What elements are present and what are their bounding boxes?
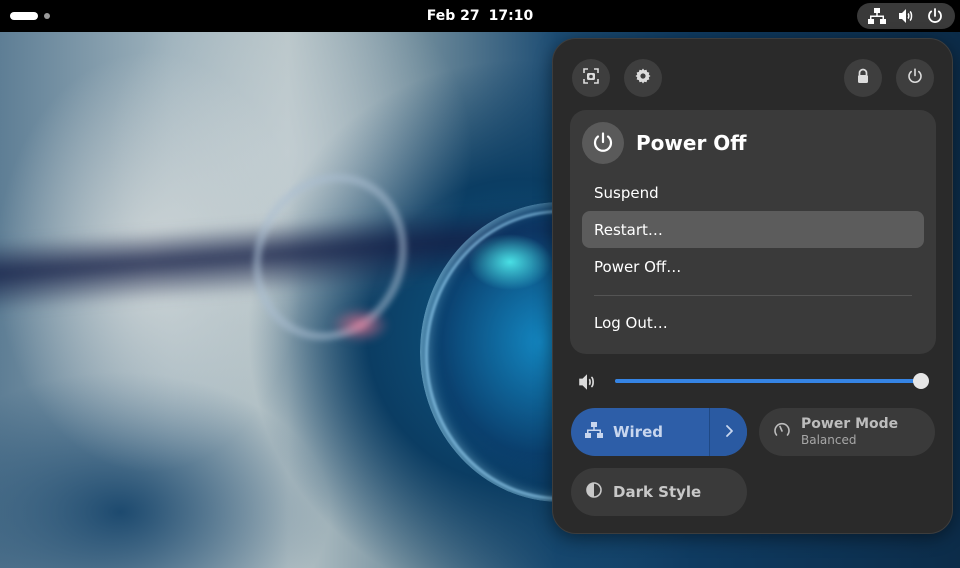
volume-slider-fill: [615, 379, 921, 383]
wallpaper-ring: [226, 148, 434, 366]
wired-network-toggle[interactable]: Wired: [571, 408, 747, 456]
menu-item-log-out[interactable]: Log Out…: [582, 304, 924, 341]
menu-item-power-off[interactable]: Power Off…: [582, 248, 924, 285]
power-mode-toggle[interactable]: Power Mode Balanced: [759, 408, 935, 456]
quick-settings-panel: Power Off Suspend Restart… Power Off… Lo…: [552, 38, 953, 534]
power-menu-title: Power Off: [636, 131, 747, 155]
volume-slider-handle[interactable]: [913, 373, 929, 389]
menu-item-restart[interactable]: Restart…: [582, 211, 924, 248]
menu-item-label: Power Off…: [594, 257, 682, 276]
power-mode-label: Power Mode: [801, 416, 899, 432]
lock-icon: [855, 68, 871, 88]
menu-item-label: Restart…: [594, 220, 663, 239]
lock-button[interactable]: [844, 59, 882, 97]
power-mode-value: Balanced: [801, 433, 857, 447]
settings-button[interactable]: [624, 59, 662, 97]
clock-date: Feb 27: [426, 8, 480, 24]
contrast-icon: [585, 481, 603, 503]
network-wired-icon: [585, 421, 603, 443]
volume-icon: [896, 6, 916, 26]
gear-icon: [634, 67, 652, 89]
system-menu-button[interactable]: [857, 3, 955, 29]
power-icon: [906, 67, 924, 89]
volume-slider[interactable]: [615, 373, 929, 389]
wired-label: Wired: [613, 423, 663, 441]
menu-item-label: Suspend: [594, 183, 659, 202]
speedometer-icon: [773, 421, 791, 443]
power-button[interactable]: [896, 59, 934, 97]
clock-time: 17:10: [488, 8, 534, 24]
wired-toggle-main[interactable]: Wired: [571, 408, 709, 456]
wired-expand-button[interactable]: [709, 408, 747, 456]
network-wired-icon: [867, 6, 887, 26]
wallpaper-highlight: [330, 307, 390, 343]
menu-separator: [594, 295, 912, 296]
clock[interactable]: Feb 27 17:10: [0, 0, 960, 32]
screenshot-button[interactable]: [572, 59, 610, 97]
chevron-right-icon: [722, 423, 736, 442]
power-off-menu: Power Off Suspend Restart… Power Off… Lo…: [570, 110, 936, 354]
menu-item-label: Log Out…: [594, 313, 668, 332]
top-bar: Feb 27 17:10: [0, 0, 960, 32]
dark-style-toggle[interactable]: Dark Style: [571, 468, 747, 516]
screenshot-icon: [582, 67, 600, 89]
power-icon: [925, 6, 945, 26]
dark-style-label: Dark Style: [613, 483, 702, 501]
volume-icon: [577, 372, 597, 392]
power-menu-icon: [582, 122, 624, 164]
menu-item-suspend[interactable]: Suspend: [582, 174, 924, 211]
